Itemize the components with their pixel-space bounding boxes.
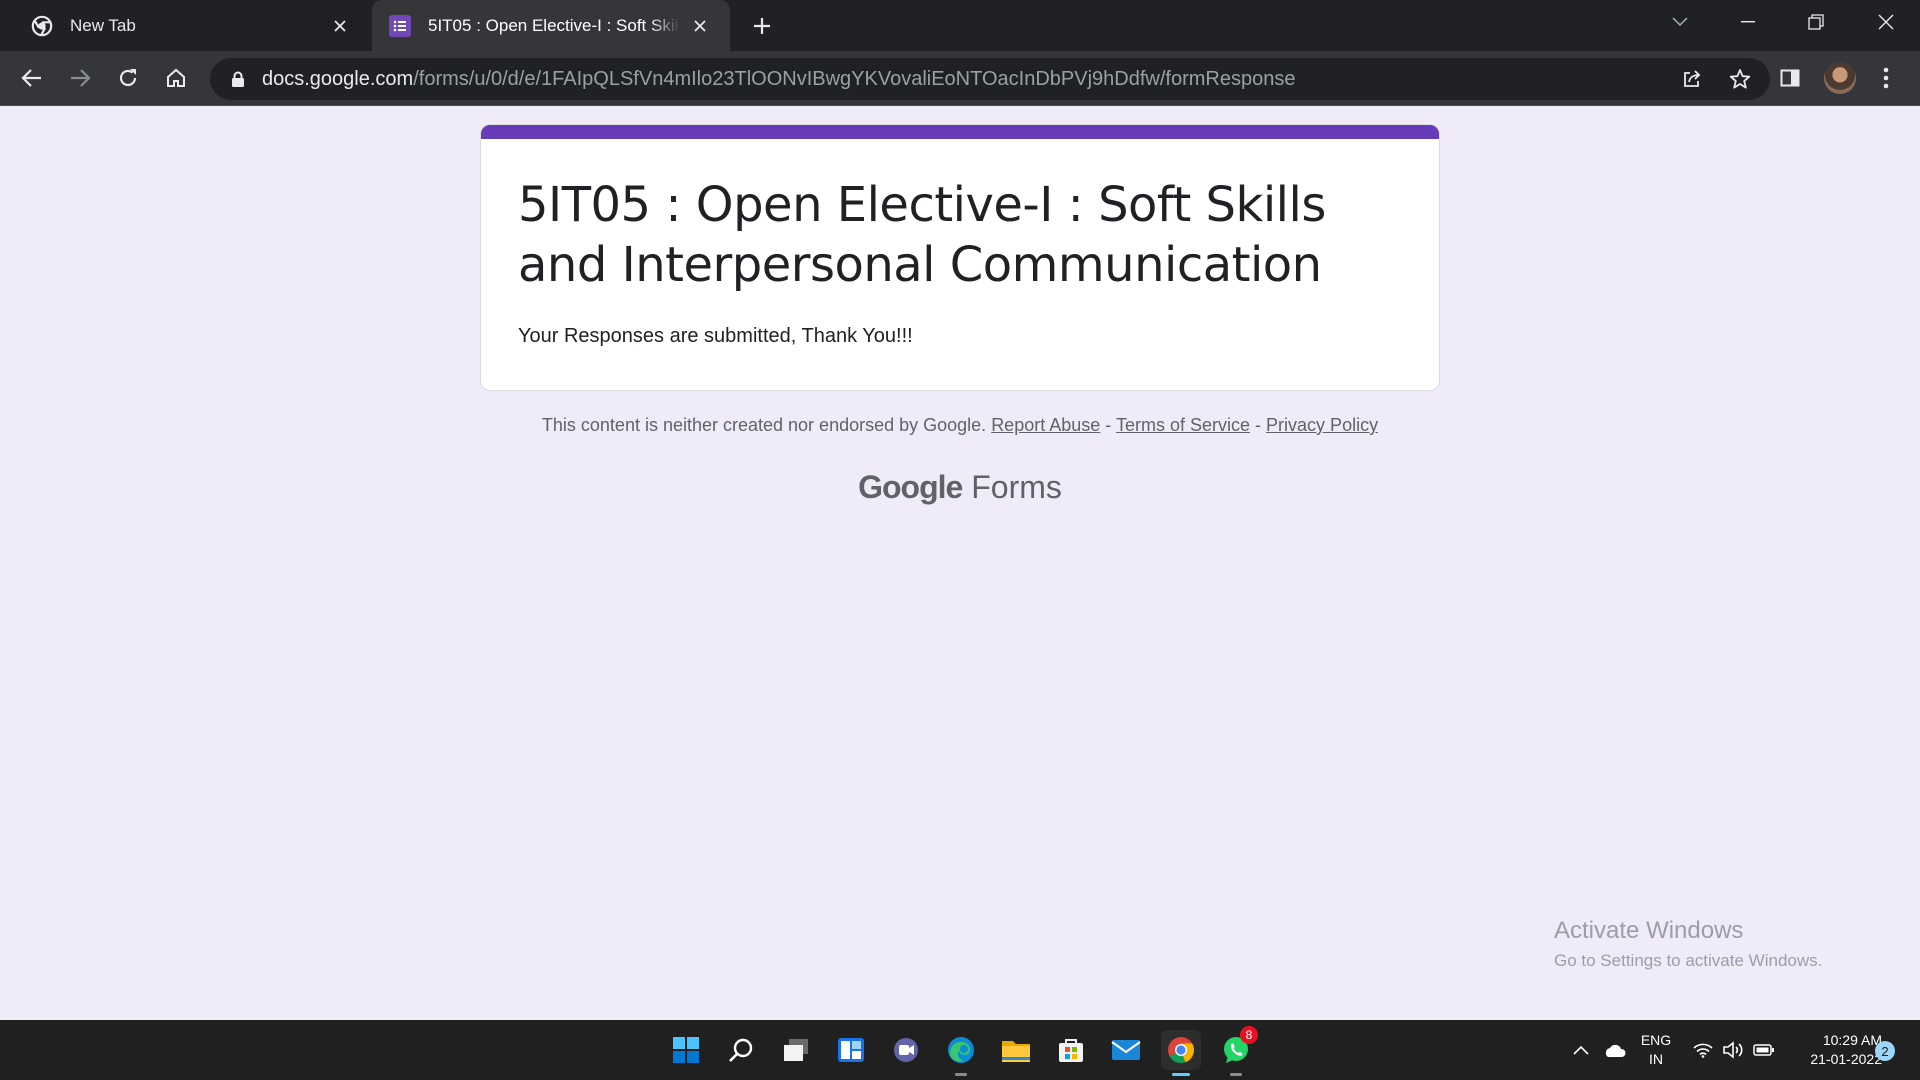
separator: - xyxy=(1255,415,1262,435)
notification-count-badge[interactable]: 2 xyxy=(1875,1041,1895,1061)
side-panel-icon[interactable] xyxy=(1772,60,1808,96)
form-card: 5IT05 : Open Elective-I : Soft Skills an… xyxy=(480,124,1440,391)
google-forms-icon xyxy=(388,14,412,38)
start-icon[interactable] xyxy=(666,1030,706,1070)
clock-time: 10:29 AM xyxy=(1822,1032,1882,1048)
windows-taskbar: 8 ENG IN 10:29 AM 21-01-2022 xyxy=(0,1020,1920,1080)
url-host: docs.google.com xyxy=(262,67,414,90)
url-text: docs.google.com/forms/u/0/d/e/1FAIpQLSfV… xyxy=(262,68,1295,91)
watermark-title: Activate Windows xyxy=(1554,917,1744,944)
share-icon[interactable] xyxy=(1674,61,1710,97)
form-accent-bar xyxy=(481,125,1439,139)
google-wordmark: Google xyxy=(858,469,963,505)
system-clock[interactable]: 10:29 AM 21-01-2022 xyxy=(1786,1031,1882,1069)
task-view-icon[interactable] xyxy=(776,1030,816,1070)
tab-title: New Tab xyxy=(70,15,136,35)
form-footer: This content is neither created nor endo… xyxy=(0,415,1920,436)
tab-title: 5IT05 : Open Elective-I : Soft Skills an… xyxy=(428,15,680,35)
volume-icon[interactable] xyxy=(1723,1020,1745,1080)
clock-date: 21-01-2022 xyxy=(1810,1051,1882,1067)
forward-icon[interactable] xyxy=(62,60,98,96)
lock-icon[interactable] xyxy=(230,70,246,88)
chrome-icon xyxy=(30,14,54,38)
language-indicator[interactable]: ENG IN xyxy=(1638,1031,1674,1069)
close-tab-icon[interactable] xyxy=(688,14,712,38)
activate-windows-watermark: Activate Windows Go to Settings to activ… xyxy=(1554,917,1822,971)
minimize-icon[interactable] xyxy=(1720,0,1776,44)
mail-icon[interactable] xyxy=(1106,1030,1146,1070)
battery-icon[interactable] xyxy=(1753,1020,1775,1080)
terms-of-service-link[interactable]: Terms of Service xyxy=(1116,415,1250,435)
watermark-subtitle: Go to Settings to activate Windows. xyxy=(1554,951,1823,970)
widgets-icon[interactable] xyxy=(831,1030,871,1070)
chrome-icon[interactable] xyxy=(1161,1030,1201,1076)
edge-icon[interactable] xyxy=(941,1030,981,1076)
kebab-menu-icon[interactable] xyxy=(1868,60,1904,96)
forms-wordmark: Forms xyxy=(971,469,1062,505)
home-icon[interactable] xyxy=(158,60,194,96)
reload-icon[interactable] xyxy=(110,60,146,96)
running-indicator xyxy=(955,1073,967,1076)
back-icon[interactable] xyxy=(14,60,50,96)
disclaimer-text: This content is neither created nor endo… xyxy=(541,415,987,435)
running-indicator xyxy=(1230,1073,1242,1076)
show-hidden-icons-icon[interactable] xyxy=(1572,1020,1590,1080)
store-icon[interactable] xyxy=(1051,1030,1091,1070)
tab-new-tab[interactable]: New Tab xyxy=(0,0,370,51)
new-tab-button[interactable] xyxy=(748,12,776,40)
teams-chat-icon[interactable] xyxy=(886,1030,926,1070)
address-bar[interactable]: docs.google.com/forms/u/0/d/e/1FAIpQLSfV… xyxy=(210,58,1770,100)
close-window-icon[interactable] xyxy=(1858,0,1914,44)
bookmark-star-icon[interactable] xyxy=(1722,61,1758,97)
report-abuse-link[interactable]: Report Abuse xyxy=(991,415,1100,435)
search-icon[interactable] xyxy=(721,1030,761,1070)
confirmation-message: Your Responses are submitted, Thank You!… xyxy=(518,325,913,347)
google-forms-logo[interactable]: Google Forms xyxy=(0,469,1920,506)
wifi-icon[interactable] xyxy=(1693,1020,1713,1080)
url-path: /forms/u/0/d/e/1FAIpQLSfVn4mIlo23TlOONvI… xyxy=(413,67,1296,90)
whatsapp-icon[interactable]: 8 xyxy=(1216,1026,1258,1076)
restore-icon[interactable] xyxy=(1788,0,1844,44)
tab-strip: New Tab 5IT05 : Open Elective-I : Soft S… xyxy=(0,0,1920,51)
notification-badge: 8 xyxy=(1240,1026,1258,1044)
tab-search-icon[interactable] xyxy=(1652,0,1708,44)
privacy-policy-link[interactable]: Privacy Policy xyxy=(1266,415,1378,435)
language-code: ENG xyxy=(1640,1032,1672,1048)
profile-avatar[interactable] xyxy=(1824,62,1856,94)
tab-google-form[interactable]: 5IT05 : Open Elective-I : Soft Skills an… xyxy=(372,0,730,51)
page-content: 5IT05 : Open Elective-I : Soft Skills an… xyxy=(0,107,1920,1020)
browser-toolbar: docs.google.com/forms/u/0/d/e/1FAIpQLSfV… xyxy=(0,51,1920,106)
separator: - xyxy=(1105,415,1112,435)
file-explorer-icon[interactable] xyxy=(996,1030,1036,1070)
form-title: 5IT05 : Open Elective-I : Soft Skills an… xyxy=(518,177,1326,293)
running-indicator xyxy=(1172,1073,1190,1076)
onedrive-icon[interactable] xyxy=(1602,1020,1626,1080)
close-tab-icon[interactable] xyxy=(328,14,352,38)
region-code: IN xyxy=(1649,1051,1663,1067)
